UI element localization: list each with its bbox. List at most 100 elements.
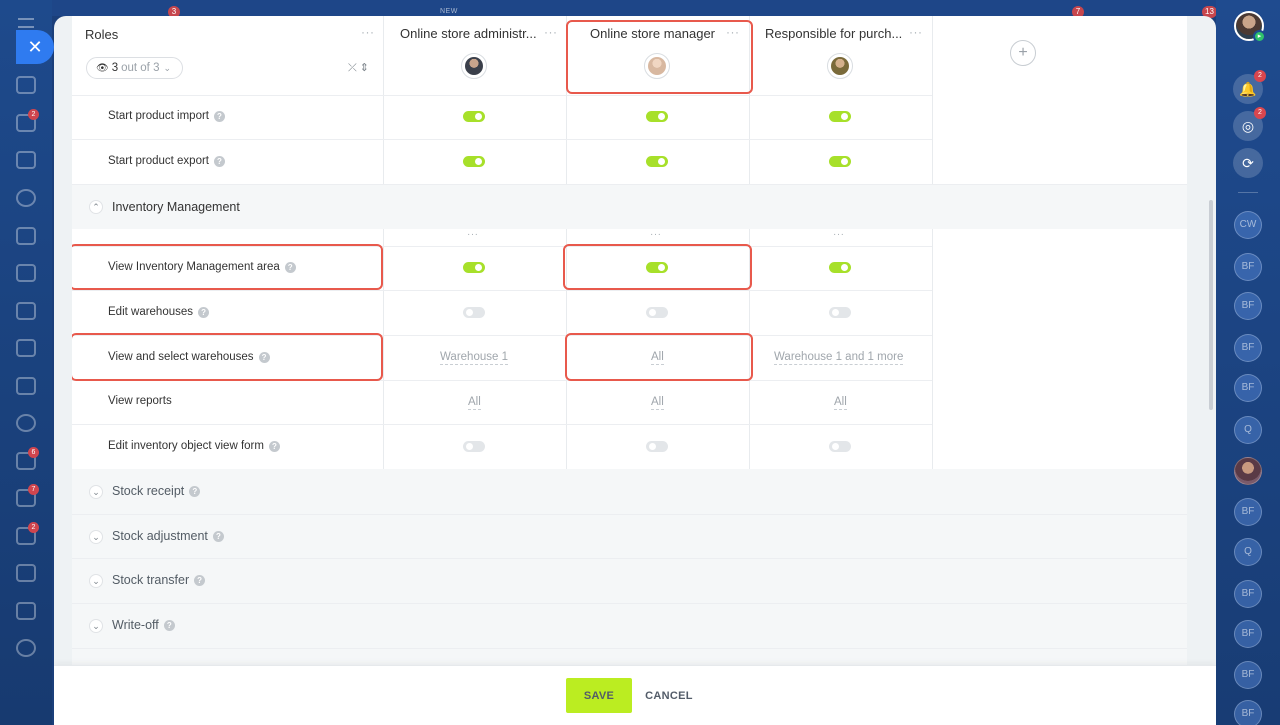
rail-avatar[interactable]: CW [1234,211,1262,239]
role-member-avatar[interactable] [461,53,487,79]
help-icon[interactable]: ? [258,351,270,363]
rail-avatar[interactable]: BF [1234,292,1262,320]
role-column-title[interactable]: Online store manager [590,26,735,41]
payment-icon[interactable] [16,339,36,357]
warehouse-selector[interactable]: All [651,351,664,365]
contacts-icon[interactable] [16,414,36,432]
menu-icon[interactable] [18,18,34,28]
mail-icon[interactable] [16,377,36,395]
help-icon[interactable]: ? [214,155,225,167]
save-button[interactable]: SAVE [566,678,632,713]
help-icon[interactable]: ? [163,619,175,631]
help-icon[interactable]: ? [194,574,206,586]
rail-avatar[interactable]: Q [1234,416,1262,444]
grid-line [749,16,750,184]
role-more-icon[interactable]: ··· [544,25,558,39]
schedule-icon[interactable] [16,564,36,582]
chevron-down-icon[interactable]: ⌄ [89,530,103,544]
permission-toggle[interactable] [829,262,851,273]
column-more-icon[interactable]: ··· [467,229,479,240]
collapsed-section-title[interactable]: Stock transfer? [112,573,206,587]
top-bar-background: 3 NEW 7 13 [52,0,1280,18]
scope-selector[interactable]: All [834,396,847,410]
permission-toggle[interactable] [646,111,668,122]
collapsed-section-title[interactable]: Write-off? [112,618,175,632]
chevron-up-icon[interactable]: ⌃ [89,200,103,214]
settings-icon[interactable] [16,639,36,657]
permission-label: View reports [108,395,172,407]
tasks-icon[interactable] [16,151,36,169]
permission-toggle[interactable] [463,441,485,452]
help-icon[interactable]: ? [198,306,210,318]
chevron-down-icon[interactable]: ⌄ [89,485,103,499]
permission-toggle[interactable] [829,111,851,122]
feed-button[interactable]: ◎ 2 [1233,107,1266,141]
role-more-icon[interactable]: ··· [726,25,740,39]
add-role-button[interactable]: + [1010,40,1036,66]
calendar-icon[interactable] [16,227,36,245]
row-divider [72,95,932,96]
collapsed-section-title[interactable]: Stock adjustment? [112,529,224,543]
grid-line [932,16,933,184]
role-count-selector[interactable]: 👁 3 out of 3 ⌄ [86,57,183,79]
collapsed-section-title[interactable]: Stock receipt? [112,484,201,498]
role-column-title[interactable]: Responsible for purch... [765,26,910,41]
rail-avatar[interactable]: BF [1234,334,1262,362]
warehouse-selector[interactable]: Warehouse 1 and 1 more [774,351,904,365]
grid-line [566,16,567,184]
rail-avatar[interactable]: BF [1234,661,1262,689]
cancel-button[interactable]: CANCEL [641,678,697,713]
drive-icon[interactable] [16,189,36,207]
permission-toggle[interactable] [646,441,668,452]
help-icon[interactable]: ? [189,485,201,497]
rail-avatar[interactable]: BF [1234,374,1262,402]
crm-icon[interactable] [16,302,36,320]
permission-toggle[interactable] [463,156,485,167]
column-more-icon[interactable]: ··· [833,229,845,240]
rail-avatar[interactable]: Q [1234,538,1262,566]
scope-selector[interactable]: All [468,396,481,410]
scrollbar[interactable] [1209,200,1213,410]
sites-icon[interactable] [16,602,36,620]
user-avatar[interactable]: ▸ [1234,11,1266,43]
roles-more-icon[interactable]: ··· [361,25,375,39]
rail-avatar[interactable]: BF [1234,253,1262,281]
section-title[interactable]: Inventory Management [112,200,240,214]
chevron-down-icon[interactable]: ⌄ [89,574,103,588]
docs-icon[interactable] [16,264,36,282]
role-column-title[interactable]: Online store administr... [400,26,545,41]
role-member-avatar[interactable] [827,53,853,79]
close-slider-button[interactable]: ✕ [16,30,54,64]
help-icon[interactable]: ? [212,530,224,542]
warehouse-selector[interactable]: Warehouse 1 [440,351,508,365]
column-more-icon[interactable]: ··· [650,229,662,240]
collapse-expand-icon[interactable]: ⤫⇕ [348,61,372,75]
help-icon[interactable]: ? [284,261,296,273]
permission-toggle[interactable] [829,441,851,452]
help-icon[interactable]: ? [213,110,225,122]
stream-icon[interactable] [16,76,36,94]
role-member-avatar[interactable] [644,53,670,79]
help-icon[interactable]: ? [268,440,280,452]
permission-toggle[interactable] [463,307,485,318]
chat-badge: 2 [28,109,39,120]
permission-toggle[interactable] [646,307,668,318]
permission-toggle[interactable] [829,156,851,167]
scope-selector[interactable]: All [651,396,664,410]
permission-toggle[interactable] [463,262,485,273]
messenger-button[interactable]: ⟳ [1233,148,1263,178]
rail-avatar-photo[interactable] [1234,457,1262,485]
rail-avatar[interactable]: BF [1234,700,1262,725]
rail-avatar[interactable]: BF [1234,498,1262,526]
permission-toggle[interactable] [463,111,485,122]
permission-toggle[interactable] [646,156,668,167]
notifications-button[interactable]: 🔔 2 [1233,70,1266,104]
role-more-icon[interactable]: ··· [909,25,923,39]
rail-avatar[interactable]: BF [1234,620,1262,648]
chevron-down-icon[interactable]: ⌄ [89,619,103,633]
rail-avatar[interactable]: BF [1234,580,1262,608]
left-sidebar: 2 6 7 2 [0,0,52,725]
roles-title: Roles [85,27,119,42]
permission-toggle[interactable] [646,262,668,273]
permission-toggle[interactable] [829,307,851,318]
